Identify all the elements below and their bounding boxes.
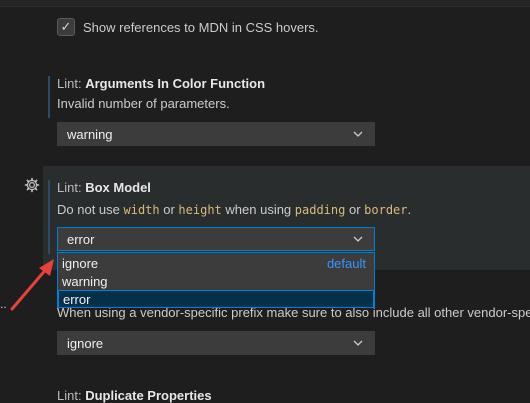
dropdown-option-ignore[interactable]: ignore default	[58, 254, 374, 272]
setting-name: Duplicate Properties	[85, 388, 212, 403]
dropdown-option-error[interactable]: error	[58, 290, 374, 308]
setting-category: Lint:	[57, 76, 86, 91]
chevron-down-icon	[353, 340, 363, 346]
option-label: ignore	[62, 255, 99, 271]
dropdown-option-warning[interactable]: warning	[58, 272, 374, 290]
option-label: warning	[62, 273, 108, 289]
setting-title: Lint: Duplicate Properties	[57, 388, 212, 403]
modified-indicator	[48, 180, 50, 254]
code-width: width	[123, 203, 160, 217]
check-icon: ✓	[60, 19, 72, 34]
desc-text: or	[345, 202, 365, 217]
select-value: warning	[67, 126, 113, 142]
box-model-select[interactable]: error	[57, 227, 375, 251]
select-value: error	[67, 231, 95, 247]
mdn-hover-setting: ✓ Show references to MDN in CSS hovers.	[57, 18, 319, 36]
chevron-down-icon	[353, 131, 363, 137]
box-model-dropdown: ignore default warning error	[57, 252, 375, 308]
mdn-hover-label: Show references to MDN in CSS hovers.	[83, 19, 319, 35]
desc-text: when using	[221, 202, 295, 217]
setting-category: Lint:	[57, 388, 86, 403]
setting-name: Box Model	[85, 180, 151, 195]
default-badge: default	[326, 255, 366, 271]
desc-text: or	[159, 202, 179, 217]
top-bar	[0, 0, 530, 7]
code-border: border	[364, 203, 408, 217]
desc-text: .	[407, 202, 412, 217]
setting-description: Invalid number of parameters.	[57, 96, 230, 111]
code-height: height	[178, 203, 222, 217]
chevron-down-icon	[353, 236, 363, 242]
select-value: ignore	[67, 335, 104, 351]
setting-title: Lint: Arguments In Color Function	[57, 76, 265, 91]
option-label: error	[63, 291, 91, 307]
setting-description: Do not use width or height when using pa…	[57, 202, 411, 217]
setting-category: Lint:	[57, 180, 86, 195]
desc-text: Do not use	[57, 202, 124, 217]
vendor-prefix-select[interactable]: ignore	[57, 331, 375, 355]
gear-icon[interactable]	[24, 177, 40, 193]
annotation-arrow-icon	[10, 259, 54, 311]
modified-indicator	[48, 76, 50, 118]
mdn-hover-checkbox[interactable]: ✓	[57, 18, 75, 36]
arguments-color-function-select[interactable]: warning	[57, 122, 375, 146]
code-padding: padding	[294, 203, 346, 217]
setting-name: Arguments In Color Function	[85, 76, 266, 91]
setting-title: Lint: Box Model	[57, 180, 151, 195]
